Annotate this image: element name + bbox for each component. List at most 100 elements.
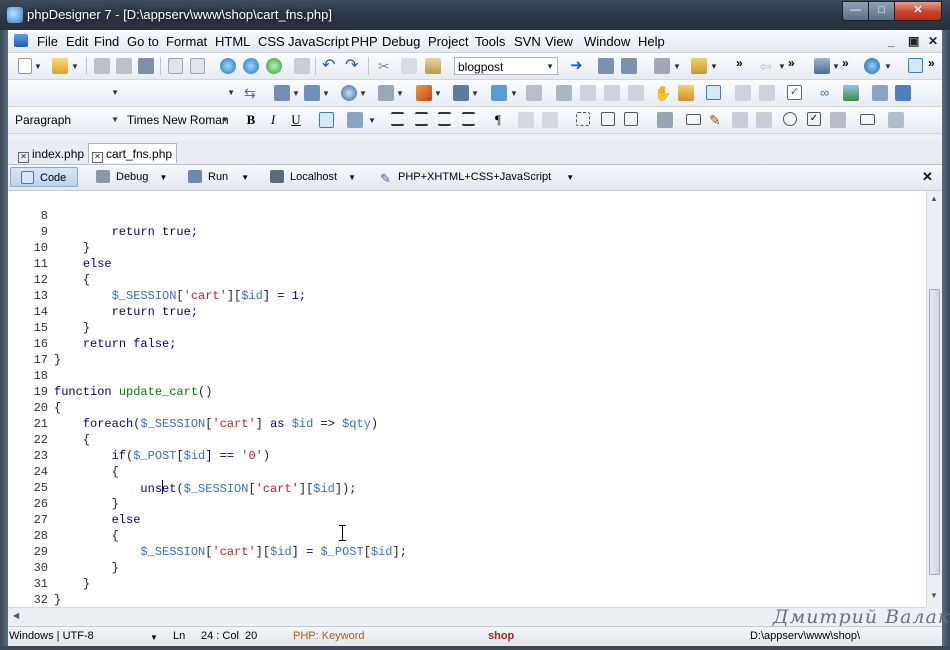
fieldset-icon[interactable]	[888, 112, 904, 128]
uncomment-icon[interactable]	[628, 85, 644, 101]
table-grid-icon[interactable]	[347, 112, 363, 128]
button-icon[interactable]	[686, 114, 701, 125]
checkbox-field-icon[interactable]: ✓	[807, 112, 821, 126]
chevron-down-icon[interactable]: ▼	[396, 89, 404, 98]
code-editor[interactable]: 8 return true; 9 } 10 else 11 { 12 $_SES…	[8, 191, 926, 607]
paste-html-icon[interactable]	[759, 85, 775, 101]
toolbar-overflow-chevron[interactable]: »	[788, 56, 795, 70]
hyperlink-icon[interactable]: ∞	[820, 85, 836, 101]
font-dialog-icon[interactable]	[319, 112, 334, 128]
toolbar-overflow-chevron[interactable]: »	[736, 56, 743, 70]
font-family-combo[interactable]: Times New Roman ▼	[124, 111, 232, 129]
image-icon[interactable]	[843, 85, 859, 101]
menu-edit[interactable]: Edit	[66, 34, 88, 49]
print-icon[interactable]	[294, 58, 310, 74]
align-justify-icon[interactable]	[462, 112, 475, 126]
preview-localhost-icon[interactable]	[243, 58, 259, 74]
window-layout-icon[interactable]	[908, 58, 923, 73]
replace-icon[interactable]	[621, 58, 637, 74]
tab-index-php[interactable]: ✕ index.php	[14, 143, 89, 163]
tab-cart-fns-php[interactable]: ✕ cart_fns.php	[88, 143, 178, 163]
back-icon[interactable]: ⇦	[760, 58, 776, 74]
save-icon[interactable]	[94, 58, 110, 74]
browser-preview-icon[interactable]	[220, 58, 236, 74]
run-button[interactable]: Run ▼	[188, 167, 249, 187]
radio-icon[interactable]	[783, 112, 797, 126]
new-file-icon[interactable]	[18, 58, 32, 74]
image-button-icon[interactable]	[756, 112, 772, 128]
find-icon[interactable]	[598, 58, 614, 74]
indent-icon[interactable]	[556, 85, 572, 101]
menu-php[interactable]: PHP	[351, 34, 378, 49]
paragraph-mark-button[interactable]: ¶	[489, 112, 507, 128]
document-icon[interactable]	[14, 34, 28, 47]
scroll-thumb[interactable]	[929, 289, 940, 575]
copy-html-icon[interactable]	[735, 85, 751, 101]
menu-goto[interactable]: Go to	[127, 34, 159, 49]
copy-icon[interactable]	[401, 58, 417, 74]
chevron-down-icon[interactable]: ▼	[510, 89, 518, 98]
textbox-icon[interactable]	[601, 112, 615, 126]
menu-format[interactable]: Format	[166, 34, 207, 49]
close-file-icon[interactable]	[168, 58, 183, 74]
redo-icon[interactable]: ↷	[345, 58, 361, 74]
checkbox-icon[interactable]: ✓	[787, 85, 802, 100]
link-icon[interactable]	[526, 85, 542, 101]
menu-debug[interactable]: Debug	[382, 34, 420, 49]
menu-javascript[interactable]: JavaScript	[288, 34, 349, 49]
edit-form-icon[interactable]	[732, 112, 748, 128]
menu-view[interactable]: View	[545, 34, 573, 49]
align-left-icon[interactable]	[391, 112, 404, 126]
toolbar-overflow-chevron[interactable]: »	[928, 56, 935, 70]
frame-icon[interactable]	[491, 85, 507, 101]
input-icon[interactable]	[304, 85, 320, 101]
table-icon[interactable]	[453, 85, 469, 101]
chevron-down-icon[interactable]: ▼	[322, 89, 330, 98]
syntax-mode-button[interactable]: ✎ PHP+XHTML+CSS+JavaScript ▼	[380, 167, 574, 187]
chevron-down-icon[interactable]: ▼	[832, 62, 840, 71]
underline-button[interactable]: U	[287, 112, 305, 128]
bold-button[interactable]: B	[242, 112, 260, 128]
debug-mode-button[interactable]: Debug ▼	[96, 167, 167, 187]
go-icon[interactable]: ➜	[570, 58, 586, 74]
globe-icon[interactable]	[864, 58, 880, 74]
decrease-indent-icon[interactable]	[518, 112, 534, 128]
color-icon[interactable]	[416, 85, 432, 101]
app-icon[interactable]	[7, 7, 23, 23]
maximize-button[interactable]: □	[868, 1, 895, 21]
snippet-combo[interactable]: ▼	[12, 84, 122, 102]
align-center-icon[interactable]	[415, 112, 428, 126]
mdi-close-button[interactable]: ✕	[928, 34, 938, 48]
close-all-icon[interactable]	[190, 58, 205, 74]
mdi-minimize-button[interactable]: _	[888, 34, 895, 48]
increase-indent-icon[interactable]	[542, 112, 558, 128]
encoding-status[interactable]: Windows | UTF-8	[9, 630, 94, 642]
scroll-down-icon[interactable]: ▼	[930, 591, 938, 600]
scroll-up-icon[interactable]: ▲	[930, 194, 938, 203]
div-icon[interactable]	[576, 112, 590, 126]
hidden-field-icon[interactable]	[657, 112, 673, 128]
italic-button[interactable]: I	[264, 112, 282, 128]
close-panel-button[interactable]: ✕	[922, 169, 933, 185]
textarea-icon[interactable]	[624, 112, 638, 126]
menu-help[interactable]: Help	[638, 34, 665, 49]
align-right-icon[interactable]	[438, 112, 451, 126]
close-tab-icon[interactable]: ✕	[18, 152, 29, 163]
toolbox-icon[interactable]	[691, 58, 707, 74]
tag-icon[interactable]: ⇆	[244, 85, 260, 101]
chevron-down-icon[interactable]: ▼	[710, 62, 718, 71]
hand-icon[interactable]: ✋	[654, 85, 671, 101]
grid-icon[interactable]	[872, 85, 888, 101]
menu-html[interactable]: HTML	[215, 34, 250, 49]
preview-ftp-icon[interactable]	[266, 58, 282, 74]
chevron-down-icon[interactable]: ▼	[359, 89, 367, 98]
outdent-icon[interactable]	[580, 85, 596, 101]
chevron-down-icon[interactable]: ▼	[34, 62, 42, 71]
vertical-scrollbar[interactable]: ▲ ▼	[926, 191, 942, 607]
comment-icon[interactable]	[604, 85, 620, 101]
localhost-button[interactable]: Localhost ▼	[270, 167, 356, 187]
mdi-restore-button[interactable]: ▣	[908, 34, 919, 48]
paste-icon[interactable]	[425, 58, 441, 74]
menu-project[interactable]: Project	[428, 34, 468, 49]
block-format-combo[interactable]: Paragraph ▼	[12, 111, 122, 129]
